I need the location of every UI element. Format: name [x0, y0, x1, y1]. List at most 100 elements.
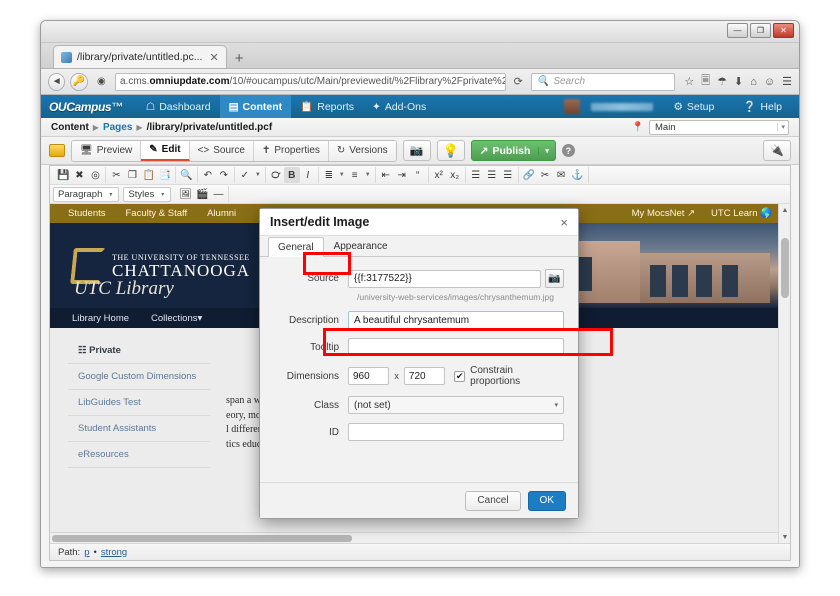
save-icon[interactable]: 💾: [55, 167, 71, 183]
plug-button[interactable]: 🔌: [763, 140, 791, 161]
address-bar[interactable]: a.cms. omniupdate.com/10/#oucampus/utc/Ma…: [115, 72, 506, 91]
tab-edit[interactable]: ✎ Edit: [141, 140, 190, 161]
back-button[interactable]: ◄: [48, 72, 66, 91]
oucampus-logo[interactable]: OUCampus™: [49, 100, 123, 114]
tab-source[interactable]: <> Source: [189, 140, 254, 161]
bullet-list-icon[interactable]: ≣: [321, 167, 337, 183]
home-icon[interactable]: ⌂: [750, 76, 757, 88]
tab-versions[interactable]: ↻ Versions: [328, 140, 396, 161]
constrain-proportions-checkbox[interactable]: ✔: [454, 370, 466, 382]
close-tab-icon[interactable]: ✕: [209, 51, 218, 64]
undo-icon[interactable]: ↶: [200, 167, 216, 183]
editor-vertical-scrollbar[interactable]: ▲ ▼: [778, 204, 790, 543]
publish-dropdown-caret[interactable]: ▾: [538, 146, 555, 155]
sidebar-item-eresources[interactable]: eResources: [68, 442, 210, 468]
scrollbar-thumb[interactable]: [781, 238, 789, 298]
cancel-icon[interactable]: ✖: [71, 167, 87, 183]
tooltip-input[interactable]: [348, 338, 564, 356]
description-input[interactable]: A beautiful chrysantemum: [348, 311, 564, 329]
align-right-icon[interactable]: ☰: [500, 167, 516, 183]
email-icon[interactable]: ✉: [553, 167, 569, 183]
image-icon[interactable]: 🖼: [177, 186, 194, 202]
spellcheck-icon[interactable]: ✓: [237, 167, 253, 183]
nav-reports[interactable]: 📋 Reports: [291, 95, 363, 118]
utility-link-utc-learn[interactable]: UTC Learn 🌎: [711, 208, 772, 219]
publish-button[interactable]: ↗ Publish ▾: [470, 140, 556, 161]
browser-search-input[interactable]: 🔍 Search: [530, 72, 676, 91]
unlink-icon[interactable]: ✂: [537, 167, 553, 183]
nav-dashboard[interactable]: ☖ Dashboard: [137, 95, 220, 118]
sidebar-item-student-assistants[interactable]: Student Assistants: [68, 416, 210, 442]
height-input[interactable]: 720: [403, 367, 446, 385]
paste-text-icon[interactable]: 📑: [157, 167, 173, 183]
source-input[interactable]: {{f:3177522}}: [348, 269, 541, 288]
chevron-down-icon-3[interactable]: ▼: [363, 172, 373, 178]
outdent-icon[interactable]: ⇤: [378, 167, 394, 183]
chevron-down-icon-2[interactable]: ▼: [337, 172, 347, 178]
breadcrumb-pages[interactable]: Pages: [103, 122, 132, 133]
clear-formatting-icon[interactable]: ℺: [268, 167, 284, 183]
browser-tab[interactable]: /library/private/untitled.pc... ✕: [53, 45, 227, 68]
align-left-icon[interactable]: ☰: [468, 167, 484, 183]
path-node-p[interactable]: p: [84, 547, 89, 558]
maximize-button[interactable]: ❐: [750, 23, 771, 38]
new-tab-button[interactable]: +: [227, 51, 252, 68]
user-avatar[interactable]: [564, 99, 581, 114]
hints-button[interactable]: 💡: [436, 140, 465, 161]
nav-addons[interactable]: ✦ Add-Ons: [363, 95, 435, 118]
hr-icon[interactable]: —: [210, 186, 226, 202]
site-nav-collections[interactable]: Collections▾: [151, 313, 202, 324]
ok-button[interactable]: OK: [527, 490, 566, 511]
blockquote-icon[interactable]: “: [410, 167, 426, 183]
sidebar-item-libguides-test[interactable]: LibGuides Test: [68, 390, 210, 416]
tab-preview[interactable]: 🖥 Preview: [72, 140, 142, 161]
target-icon[interactable]: ◎: [87, 167, 103, 183]
pocket-icon[interactable]: ☂: [717, 75, 727, 88]
copy-icon[interactable]: ❐: [124, 167, 140, 183]
tab-properties[interactable]: ✝ Properties: [253, 140, 329, 161]
redo-icon[interactable]: ↷: [216, 167, 232, 183]
minimize-button[interactable]: —: [727, 23, 748, 38]
reader-icon[interactable]: 🗏: [701, 72, 710, 91]
menu-icon[interactable]: ☰: [782, 75, 792, 88]
help-icon[interactable]: ?: [561, 144, 575, 157]
find-replace-icon[interactable]: 🔍: [178, 167, 194, 183]
utility-link-students[interactable]: Students: [68, 208, 106, 219]
site-select[interactable]: Main ▾: [649, 119, 789, 135]
close-button[interactable]: ✕: [773, 23, 794, 38]
link-icon[interactable]: 🔗: [521, 167, 537, 183]
tab-appearance[interactable]: Appearance: [324, 236, 398, 256]
bold-icon[interactable]: B: [283, 167, 300, 183]
nav-content[interactable]: ▤ Content: [219, 95, 292, 118]
breadcrumb-root[interactable]: Content: [51, 122, 89, 133]
id-input[interactable]: [348, 423, 564, 441]
folder-icon[interactable]: [49, 144, 65, 157]
subscript-icon[interactable]: x₂: [447, 167, 463, 183]
dialog-close-icon[interactable]: ×: [560, 215, 568, 230]
styles-select[interactable]: Styles ▾: [123, 186, 172, 202]
chevron-down-icon[interactable]: ▼: [253, 172, 263, 178]
utility-link-mocsnet[interactable]: My MocsNet ↗: [632, 208, 695, 219]
width-input[interactable]: 960: [348, 367, 390, 385]
numbered-list-icon[interactable]: ≡: [347, 167, 363, 183]
cut-icon[interactable]: ✂: [108, 167, 124, 183]
star-icon[interactable]: ☆: [684, 75, 694, 88]
format-select[interactable]: Paragraph ▾: [53, 186, 120, 202]
paste-icon[interactable]: 📋: [140, 167, 156, 183]
browse-image-icon[interactable]: 📷: [545, 269, 564, 288]
anchor-icon[interactable]: ⚓: [569, 167, 585, 183]
path-node-strong[interactable]: strong: [101, 547, 127, 558]
site-nav-library-home[interactable]: Library Home: [72, 313, 129, 324]
site-identity-icon[interactable]: ◉: [93, 73, 110, 91]
align-center-icon[interactable]: ☰: [484, 167, 500, 183]
indent-icon[interactable]: ⇥: [394, 167, 410, 183]
cancel-button[interactable]: Cancel: [465, 490, 521, 511]
hscrollbar-thumb[interactable]: [52, 535, 352, 542]
class-select[interactable]: (not set) ▾: [348, 396, 564, 414]
tab-general[interactable]: General: [268, 237, 324, 257]
editor-horizontal-scrollbar[interactable]: [50, 532, 778, 543]
utility-link-alumni[interactable]: Alumni: [207, 208, 236, 219]
media-icon[interactable]: 🎬: [194, 186, 210, 202]
download-icon[interactable]: ⬇: [734, 75, 743, 88]
sidebar-item-google-custom-dimensions[interactable]: Google Custom Dimensions: [68, 364, 210, 390]
